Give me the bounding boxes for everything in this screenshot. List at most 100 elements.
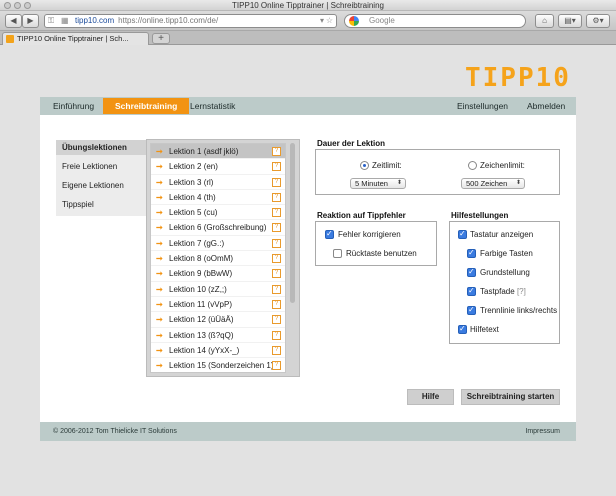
google-icon <box>349 16 359 26</box>
arrow-right-icon: ➞ <box>156 223 163 233</box>
page-menu-icon[interactable]: ▤▾ <box>558 14 582 28</box>
main-panel: Einführung Schreibtraining Lernstatistik… <box>40 97 576 441</box>
lesson-item[interactable]: ➞ Lektion 4 (th)? <box>151 190 285 206</box>
new-tab-button[interactable]: + <box>152 33 170 44</box>
lesson-label: Lektion 4 (th) <box>169 192 216 202</box>
lesson-item[interactable]: ➞ Lektion 14 (yYxX-_)? <box>151 343 285 359</box>
colored-keys-checkbox[interactable] <box>467 248 476 258</box>
forward-button[interactable]: ▶ <box>22 14 39 28</box>
home-icon[interactable]: ⌂ <box>535 14 554 28</box>
scrollbar-thumb[interactable] <box>290 143 295 303</box>
home-row-label: Grundstellung <box>480 268 530 277</box>
char-select-value: 500 Zeichen <box>466 179 508 188</box>
arrow-right-icon: ➞ <box>156 330 163 340</box>
help-icon[interactable]: ? <box>272 238 281 248</box>
key-paths-checkbox[interactable] <box>467 286 476 296</box>
lesson-item[interactable]: ➞ Lektion 12 (üÜäÄ)? <box>151 312 285 328</box>
nav-einfuehrung[interactable]: Einführung <box>53 100 94 112</box>
time-select-value: 5 Minuten <box>355 179 388 188</box>
help-icon[interactable]: ? <box>272 192 281 202</box>
key-paths-tooltip[interactable]: [?] <box>517 287 526 296</box>
help-icon[interactable]: ? <box>272 361 281 371</box>
key-paths-text: Tastpfade <box>480 287 515 296</box>
char-select[interactable]: 500 Zeichen ⬍ <box>461 178 525 189</box>
lesson-item[interactable]: ➞ Lektion 7 (gG.:)? <box>151 236 285 252</box>
nav-schreibtraining[interactable]: Schreibtraining <box>103 98 190 114</box>
lesson-list[interactable]: ➞ Lektion 1 (asdf jklö)? ➞ Lektion 2 (en)? ➞… <box>150 143 286 373</box>
imprint-link[interactable]: Impressum <box>525 422 560 441</box>
address-bar[interactable]: ⚿ ▦ tipp10.com https://online.tipp10.com/… <box>44 14 337 28</box>
page-footer: © 2006-2012 Tom Thielicke IT Solutions I… <box>40 422 576 441</box>
lesson-label: Lektion 2 (en) <box>169 162 218 172</box>
lesson-item[interactable]: ➞ Lektion 5 (cu)? <box>151 205 285 221</box>
help-button[interactable]: Hilfe <box>407 389 454 405</box>
window-title: TIPP10 Online Tipptrainer | Schreibtrain… <box>232 1 384 10</box>
tab-title: TIPP10 Online Tipptrainer | Sch... <box>17 34 129 43</box>
lesson-item[interactable]: ➞ Lektion 1 (asdf jklö)? <box>151 144 285 160</box>
lesson-item[interactable]: ➞ Lektion 10 (zZ,;)? <box>151 282 285 297</box>
lesson-item[interactable]: ➞ Lektion 3 (rl)? <box>151 175 285 190</box>
correct-errors-label: Fehler korrigieren <box>338 230 401 239</box>
lesson-item[interactable]: ➞ Lektion 13 (ß?qQ)? <box>151 328 285 343</box>
helptext-checkbox[interactable] <box>458 324 467 334</box>
search-input[interactable]: Google <box>344 14 526 28</box>
arrow-right-icon: ➞ <box>156 208 163 218</box>
help-icon[interactable]: ? <box>272 284 281 294</box>
lesson-label: Lektion 8 (oOmM) <box>169 254 234 264</box>
nav-einstellungen[interactable]: Einstellungen <box>457 100 508 112</box>
divider-checkbox[interactable] <box>467 305 476 315</box>
correct-errors-checkbox[interactable] <box>325 229 334 239</box>
lesson-item[interactable]: ➞ Lektion 2 (en)? <box>151 159 285 175</box>
help-icon[interactable]: ? <box>272 208 281 218</box>
browser-tab[interactable]: TIPP10 Online Tipptrainer | Sch... <box>2 32 149 45</box>
arrow-right-icon: ➞ <box>156 269 163 279</box>
backspace-checkbox[interactable] <box>333 249 342 258</box>
sidebar-item-tippspiel[interactable]: Tippspiel <box>62 200 94 209</box>
lesson-item[interactable]: ➞ Lektion 9 (bBwW)? <box>151 266 285 282</box>
keyboard-label: Tastatur anzeigen <box>470 230 534 239</box>
timelimit-radio[interactable] <box>360 161 369 170</box>
help-icon[interactable]: ? <box>272 162 281 172</box>
tipp10-logo: TIPP10 <box>465 63 571 93</box>
tab-bar: TIPP10 Online Tipptrainer | Sch... + <box>0 31 616 45</box>
reader-icon[interactable]: ▾ <box>320 15 324 27</box>
home-row-checkbox[interactable] <box>467 267 476 277</box>
bookmark-star-icon[interactable]: ☆ <box>326 15 333 27</box>
nav-lernstatistik[interactable]: Lernstatistik <box>190 100 235 112</box>
help-icon[interactable]: ? <box>272 147 281 156</box>
help-icon[interactable]: ? <box>272 223 281 233</box>
copyright-text: © 2006-2012 Tom Thielicke IT Solutions <box>53 428 177 435</box>
lesson-item[interactable]: ➞ Lektion 11 (vVpP)? <box>151 297 285 313</box>
reaction-title: Reaktion auf Tippfehler <box>317 211 406 220</box>
help-icon[interactable]: ? <box>272 315 281 325</box>
lesson-item[interactable]: ➞ Lektion 6 (Großschreibung)? <box>151 220 285 236</box>
nav-abmelden[interactable]: Abmelden <box>527 100 565 112</box>
back-button[interactable]: ◀ <box>5 14 22 28</box>
charlimit-radio[interactable] <box>468 161 477 170</box>
lesson-item[interactable]: ➞ Lektion 8 (oOmM)? <box>151 251 285 267</box>
settings-gear-icon[interactable]: ⚙▾ <box>586 14 610 28</box>
sidebar-item-freie-lektionen[interactable]: Freie Lektionen <box>62 162 117 171</box>
arrow-right-icon: ➞ <box>156 345 163 355</box>
time-select[interactable]: 5 Minuten ⬍ <box>350 178 406 189</box>
help-icon[interactable]: ? <box>272 254 281 264</box>
help-icon[interactable]: ? <box>272 177 281 187</box>
help-icon[interactable]: ? <box>272 299 281 309</box>
lesson-list-scrollbar[interactable] <box>289 143 296 373</box>
lesson-label: Lektion 7 (gG.:) <box>169 238 225 248</box>
sidebar-item-uebungslektionen[interactable]: Übungslektionen <box>56 140 148 155</box>
lesson-label: Lektion 14 (yYxX-_) <box>169 345 240 355</box>
charlimit-label: Zeichenlimit: <box>480 161 525 170</box>
lesson-item[interactable]: ➞ Lektion 15 (Sonderzeichen 1)? <box>151 358 285 372</box>
start-training-button[interactable]: Schreibtraining starten <box>461 389 560 405</box>
key-paths-label: Tastpfade [?] <box>480 287 526 296</box>
colored-keys-label: Farbige Tasten <box>480 249 533 258</box>
keyboard-checkbox[interactable] <box>458 229 467 239</box>
lesson-type-sidebar: Übungslektionen Freie Lektionen Eigene L… <box>56 140 148 216</box>
lesson-label: Lektion 12 (üÜäÄ) <box>169 315 234 325</box>
help-icon[interactable]: ? <box>272 330 281 340</box>
help-icon[interactable]: ? <box>272 345 281 355</box>
help-icon[interactable]: ? <box>272 269 281 279</box>
timelimit-label: Zeitlimit: <box>372 161 402 170</box>
sidebar-item-eigene-lektionen[interactable]: Eigene Lektionen <box>62 181 124 190</box>
